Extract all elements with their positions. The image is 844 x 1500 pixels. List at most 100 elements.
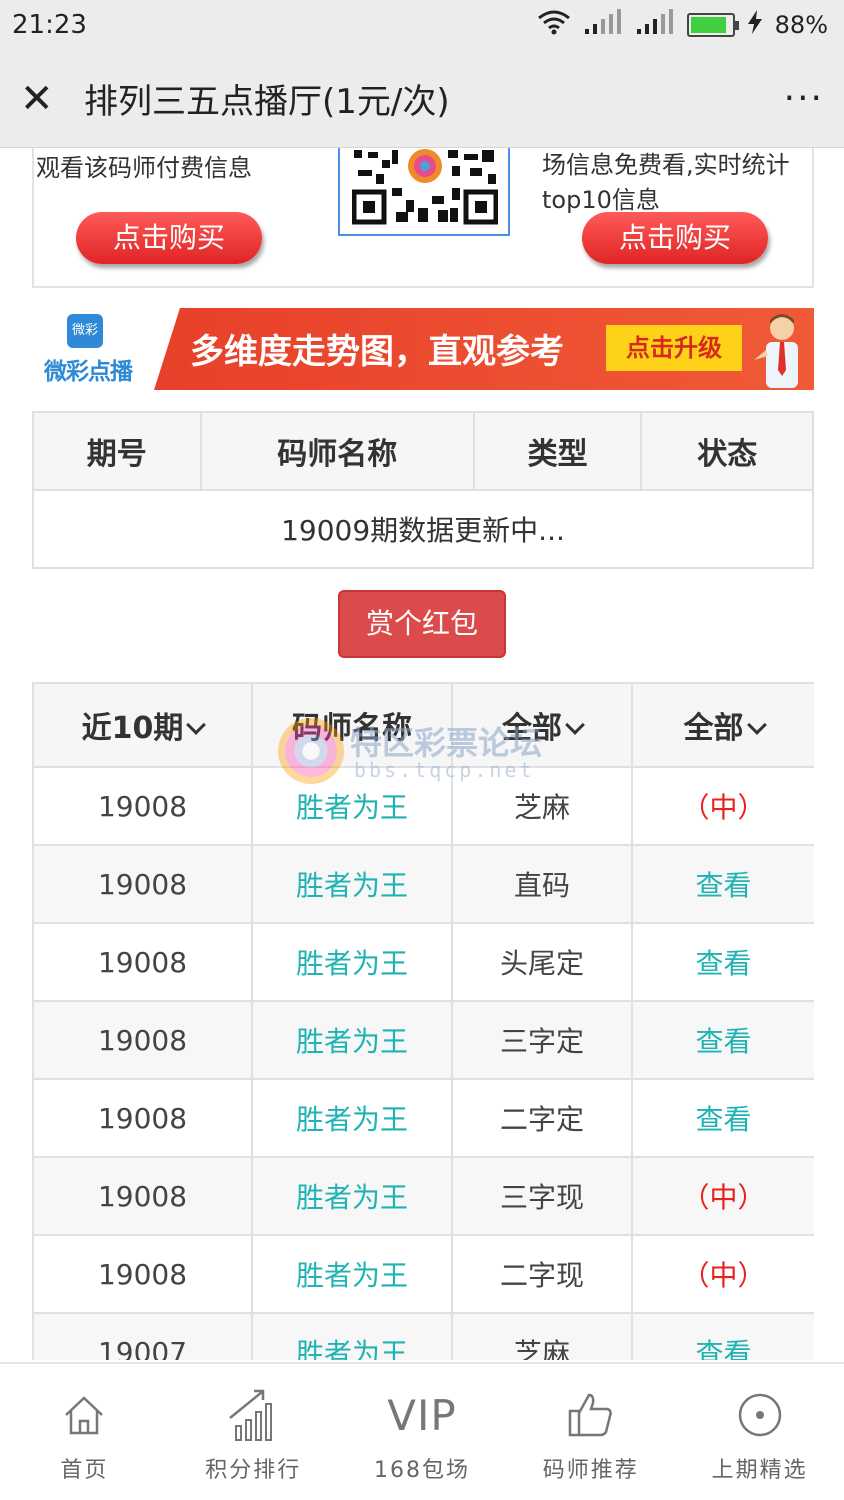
column-header-type: 类型 bbox=[472, 411, 643, 491]
table-row: 19008 胜者为王 二字定 查看 bbox=[32, 1078, 814, 1158]
chevron-down-icon bbox=[746, 715, 767, 735]
close-icon[interactable]: ✕ bbox=[20, 76, 68, 122]
tipster-name-link[interactable]: 胜者为王 bbox=[251, 1312, 453, 1360]
nav-home[interactable]: 首页 bbox=[0, 1364, 169, 1500]
status-time: 21:23 bbox=[12, 10, 87, 40]
history-table-container[interactable]: 近10期 码师名称 全部 全部 19008 胜者为王 芝麻 （中） 19008 胜者为王直… bbox=[32, 682, 814, 1360]
logo-badge: 微彩 bbox=[67, 314, 103, 348]
type-filter[interactable]: 全部 bbox=[451, 682, 633, 768]
view-link[interactable]: 查看 bbox=[631, 1078, 814, 1158]
column-header-name: 码师名称 bbox=[251, 682, 453, 768]
logo-name: 微彩点播 bbox=[44, 359, 133, 385]
nav-label: 168包场 bbox=[373, 1458, 470, 1483]
table-header-row: 近10期 码师名称 全部 全部 bbox=[32, 682, 814, 768]
type-filter-label: 全部 bbox=[502, 711, 562, 746]
banner-slogan: 多维度走势图，直观参考 bbox=[190, 332, 564, 372]
history-table-body: 19008 胜者为王 芝麻 （中） 19008 胜者为王 直码 查看 19008 胜者为王 头尾定查… bbox=[32, 766, 814, 1360]
table-header-row: 期号 码师名称 类型 状态 bbox=[32, 411, 814, 491]
signal-icon-2 bbox=[635, 9, 675, 41]
promo-right-text: 场信息免费看,实时统计top10信息 bbox=[542, 151, 790, 214]
tipster-name-link[interactable]: 胜者为王 bbox=[251, 922, 453, 1002]
qr-code-icon bbox=[352, 149, 498, 225]
ranking-chart-icon bbox=[223, 1386, 283, 1444]
view-link[interactable]: 查看 bbox=[631, 922, 814, 1002]
nav-last-selection[interactable]: 上期精选 bbox=[675, 1364, 844, 1500]
period-cell: 19008 bbox=[32, 922, 253, 1002]
signal-icon bbox=[583, 9, 623, 41]
tipster-name-link[interactable]: 胜者为王 bbox=[251, 1000, 453, 1080]
buy-button-right[interactable]: 点击购买 bbox=[582, 212, 768, 264]
view-link[interactable]: 查看 bbox=[631, 1312, 814, 1360]
home-icon bbox=[54, 1386, 114, 1444]
period-cell: 19008 bbox=[32, 1000, 253, 1080]
page-title: 排列三五点播厅(1元/次) bbox=[84, 82, 450, 122]
battery-level bbox=[690, 17, 726, 33]
battery-percent: 88% bbox=[774, 11, 828, 39]
period-filter-label: 近10期 bbox=[81, 711, 184, 746]
type-cell: 二字现 bbox=[451, 1234, 633, 1314]
win-status-badge: （中） bbox=[631, 1234, 814, 1314]
view-link[interactable]: 查看 bbox=[631, 844, 814, 924]
period-filter[interactable]: 近10期 bbox=[32, 682, 253, 768]
nav-label: 码师推荐 bbox=[542, 1458, 639, 1483]
status-filter[interactable]: 全部 bbox=[631, 682, 814, 768]
win-status-badge: （中） bbox=[631, 766, 814, 846]
tipster-name-link[interactable]: 胜者为王 bbox=[251, 1078, 453, 1158]
type-cell: 三字现 bbox=[451, 1156, 633, 1236]
column-header-name: 码师名称 bbox=[199, 411, 475, 491]
tipster-name-link[interactable]: 胜者为王 bbox=[251, 844, 453, 924]
bottom-nav: 首页 积分排行 VIP 168包场 码师推荐 上期精选 bbox=[0, 1362, 844, 1500]
nav-label: 上期精选 bbox=[711, 1458, 808, 1483]
tipster-name-link[interactable]: 胜者为王 bbox=[251, 766, 453, 846]
current-period-table: 期号 码师名称 类型 状态 19009期数据更新中... bbox=[32, 411, 814, 569]
record-circle-icon bbox=[730, 1386, 790, 1444]
view-link[interactable]: 查看 bbox=[631, 1000, 814, 1080]
table-row: 19008 胜者为王 三字现 （中） bbox=[32, 1156, 814, 1236]
presenter-illustration bbox=[754, 314, 798, 388]
chevron-down-icon bbox=[186, 715, 207, 735]
table-row: 19008 胜者为王 芝麻 （中） bbox=[32, 766, 814, 846]
status-icons: 88% bbox=[537, 9, 828, 41]
chevron-down-icon bbox=[565, 715, 585, 735]
table-row: 19008 胜者为王 直码 查看 bbox=[32, 844, 814, 924]
table-row: 19007 胜者为王 芝麻 查看 bbox=[32, 1312, 814, 1360]
nav-recommend[interactable]: 码师推荐 bbox=[506, 1364, 675, 1500]
qr-code bbox=[338, 148, 510, 236]
type-cell: 芝麻 bbox=[451, 1312, 633, 1360]
title-bar: ✕ 排列三五点播厅(1元/次) ··· bbox=[0, 50, 844, 148]
buy-button-left[interactable]: 点击购买 bbox=[76, 212, 262, 264]
thumbs-up-icon bbox=[561, 1386, 621, 1444]
vip-icon: VIP bbox=[387, 1386, 455, 1444]
tipster-name-link[interactable]: 胜者为王 bbox=[251, 1156, 453, 1236]
tipster-name-link[interactable]: 胜者为王 bbox=[251, 1234, 453, 1314]
vip-icon-text: VIP bbox=[387, 1390, 457, 1440]
weicai-logo: 微彩 微彩点播 bbox=[32, 308, 144, 390]
nav-ranking[interactable]: 积分排行 bbox=[169, 1364, 338, 1500]
promo-panel: 观看该码师付费信息 场信息免费看,实时统计top10信息 点击购买 点击购买 bbox=[32, 148, 814, 288]
column-header-status: 状态 bbox=[640, 411, 814, 491]
charging-icon bbox=[747, 10, 763, 40]
upgrade-banner[interactable]: 微彩 微彩点播 多维度走势图，直观参考 点击升级 bbox=[32, 308, 814, 390]
column-header-period: 期号 bbox=[32, 411, 202, 491]
table-row: 19009期数据更新中... bbox=[32, 489, 814, 569]
table-row: 19008 胜者为王 三字定 查看 bbox=[32, 1000, 814, 1080]
period-cell: 19008 bbox=[32, 766, 253, 846]
period-cell: 19007 bbox=[32, 1312, 253, 1360]
type-cell: 头尾定 bbox=[451, 922, 633, 1002]
more-options-icon[interactable]: ··· bbox=[784, 78, 824, 119]
period-cell: 19008 bbox=[32, 844, 253, 924]
upgrade-button[interactable]: 点击升级 bbox=[606, 325, 742, 371]
type-cell: 直码 bbox=[451, 844, 633, 924]
status-filter-label: 全部 bbox=[683, 711, 744, 746]
nav-vip[interactable]: VIP 168包场 bbox=[338, 1364, 507, 1500]
table-row: 19008 胜者为王 头尾定 查看 bbox=[32, 922, 814, 1002]
period-cell: 19008 bbox=[32, 1234, 253, 1314]
nav-label: 积分排行 bbox=[205, 1458, 302, 1483]
history-table: 近10期 码师名称 全部 全部 19008 胜者为王 芝麻 （中） 19008 胜者为王直… bbox=[32, 682, 814, 1360]
battery-icon bbox=[686, 13, 739, 37]
type-cell: 二字定 bbox=[451, 1078, 633, 1158]
reward-button[interactable]: 赏个红包 bbox=[338, 590, 506, 658]
type-cell: 三字定 bbox=[451, 1000, 633, 1080]
table-row: 19008 胜者为王 二字现 （中） bbox=[32, 1234, 814, 1314]
promo-left-text: 观看该码师付费信息 bbox=[36, 154, 252, 182]
